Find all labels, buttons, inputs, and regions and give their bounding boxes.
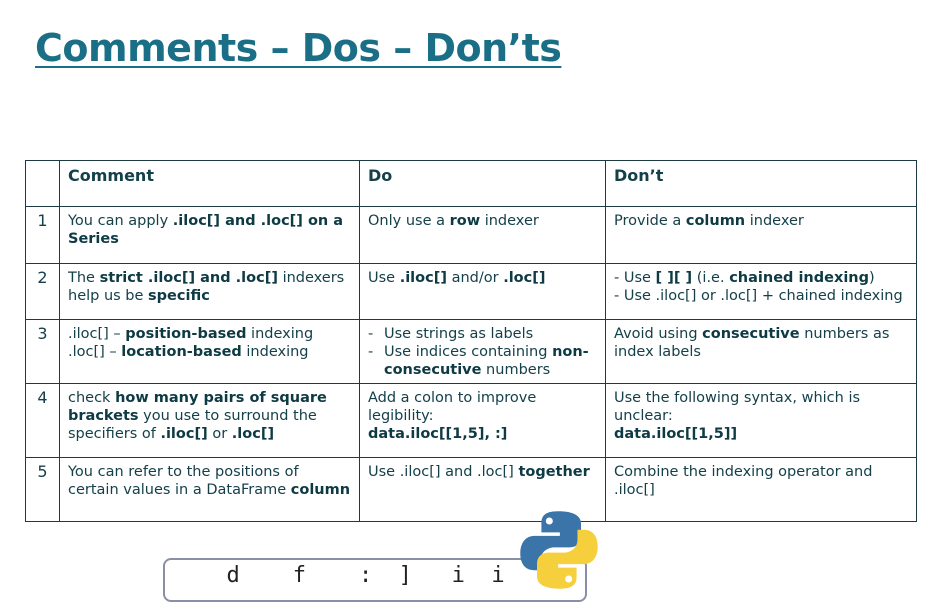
table-header-row: Comment Do Don’t xyxy=(25,160,917,207)
emphasis-text: [ ][ ] xyxy=(655,270,693,286)
emphasis-text: .loc[] xyxy=(231,426,275,442)
text-span: - Use .iloc[] or .loc[] + chained indexi… xyxy=(614,288,903,304)
text-span: indexer xyxy=(745,213,804,229)
text-span: .iloc[] – xyxy=(68,326,126,342)
text-span: Provide a xyxy=(614,213,686,229)
header-dont: Don’t xyxy=(605,160,917,207)
emphasis-text: row xyxy=(449,213,481,229)
text-span: Use the following syntax, which is uncle… xyxy=(614,390,861,424)
do-cell: - Use strings as labels - Use indices conta… xyxy=(359,319,606,384)
text-span: indexer xyxy=(480,213,539,229)
do-cell: Add a colon to improve legibility: data.i… xyxy=(359,383,606,458)
text-span: Avoid using xyxy=(614,326,703,342)
table-row: 5 You can refer to the positions of certa… xyxy=(25,457,917,522)
page-title: Comments – Dos – Don’ts xyxy=(35,26,562,70)
table-row: 4 check how many pairs of square brackets… xyxy=(25,383,917,458)
table-row: 3 .iloc[] – position-based indexing .loc[]… xyxy=(25,319,917,384)
text-span: The xyxy=(68,270,100,286)
dont-cell: Provide a column indexer xyxy=(605,206,917,264)
emphasis-text: together xyxy=(518,464,590,480)
comment-cell: You can apply .iloc[] and .loc[] on a Se… xyxy=(59,206,360,264)
text-span: Use xyxy=(368,270,400,286)
comment-cell: You can refer to the positions of certai… xyxy=(59,457,360,522)
text-span: Use .iloc[] and .loc[] xyxy=(368,464,519,480)
emphasis-text: position-based xyxy=(125,326,247,342)
dont-cell: Combine the indexing operator and .iloc[… xyxy=(605,457,917,522)
emphasis-text: .iloc[] xyxy=(160,426,208,442)
table-row: 2 The strict .iloc[] and .loc[] indexers … xyxy=(25,263,917,320)
text-span: or xyxy=(207,426,232,442)
header-number xyxy=(25,160,60,207)
emphasis-text: strict .iloc[] and .loc[] xyxy=(99,270,278,286)
text-span: and/or xyxy=(446,270,504,286)
code-snippet: d f : ] i i t xyxy=(200,563,558,588)
text-span: numbers xyxy=(481,362,551,378)
row-number: 5 xyxy=(25,457,60,522)
do-list-item: - Use strings as labels xyxy=(368,325,597,343)
row-number: 3 xyxy=(25,319,60,384)
text-span: indexing xyxy=(246,326,314,342)
emphasis-text: data.iloc[[1,5]] xyxy=(614,426,738,442)
text-span: Use indices containing xyxy=(384,344,553,360)
emphasis-text: column xyxy=(290,482,351,498)
emphasis-text: .iloc[] xyxy=(399,270,447,286)
text-span: indexing xyxy=(241,344,309,360)
row-number: 1 xyxy=(25,206,60,264)
text-span: - Use xyxy=(614,270,656,286)
text-span: Only use a xyxy=(368,213,450,229)
emphasis-text: location-based xyxy=(121,344,242,360)
text-span: You can apply xyxy=(68,213,173,229)
emphasis-text: .loc[] xyxy=(503,270,546,286)
dont-cell: - Use [ ][ ] (i.e. chained indexing) - Us… xyxy=(605,263,917,320)
do-cell: Only use a row indexer xyxy=(359,206,606,264)
text-span: ) xyxy=(869,270,875,286)
text-span: Combine the indexing operator and .iloc[… xyxy=(614,464,873,498)
text-span: Use strings as labels xyxy=(384,326,534,342)
text-span: You can refer to the positions of certai… xyxy=(68,464,299,498)
comment-cell: The strict .iloc[] and .loc[] indexers h… xyxy=(59,263,360,320)
dos-donts-table: Comment Do Don’t 1 You can apply .iloc[] … xyxy=(25,160,917,522)
comment-cell: check how many pairs of square brackets … xyxy=(59,383,360,458)
comment-cell: .iloc[] – position-based indexing .loc[] … xyxy=(59,319,360,384)
do-list-item: - Use indices containing non-consecutive … xyxy=(368,343,597,379)
emphasis-text: consecutive xyxy=(702,326,800,342)
row-number: 4 xyxy=(25,383,60,458)
dont-cell: Avoid using consecutive numbers as index… xyxy=(605,319,917,384)
bullet-dash: - xyxy=(368,326,374,342)
python-logo-icon xyxy=(520,511,598,589)
dont-cell: Use the following syntax, which is uncle… xyxy=(605,383,917,458)
text-span: check xyxy=(68,390,116,406)
text-span: .loc[] – xyxy=(68,344,122,360)
row-number: 2 xyxy=(25,263,60,320)
emphasis-text: chained indexing xyxy=(729,270,869,286)
emphasis-text: specific xyxy=(148,288,210,304)
table-row: 1 You can apply .iloc[] and .loc[] on a S… xyxy=(25,206,917,264)
emphasis-text: column xyxy=(685,213,746,229)
emphasis-text: data.iloc[[1,5], :] xyxy=(368,426,508,442)
header-do: Do xyxy=(359,160,606,207)
header-comment: Comment xyxy=(59,160,360,207)
bullet-dash: - xyxy=(368,344,374,360)
text-span: (i.e. xyxy=(692,270,730,286)
text-span: Add a colon to improve legibility: xyxy=(368,390,537,424)
do-cell: Use .iloc[] and/or .loc[] xyxy=(359,263,606,320)
